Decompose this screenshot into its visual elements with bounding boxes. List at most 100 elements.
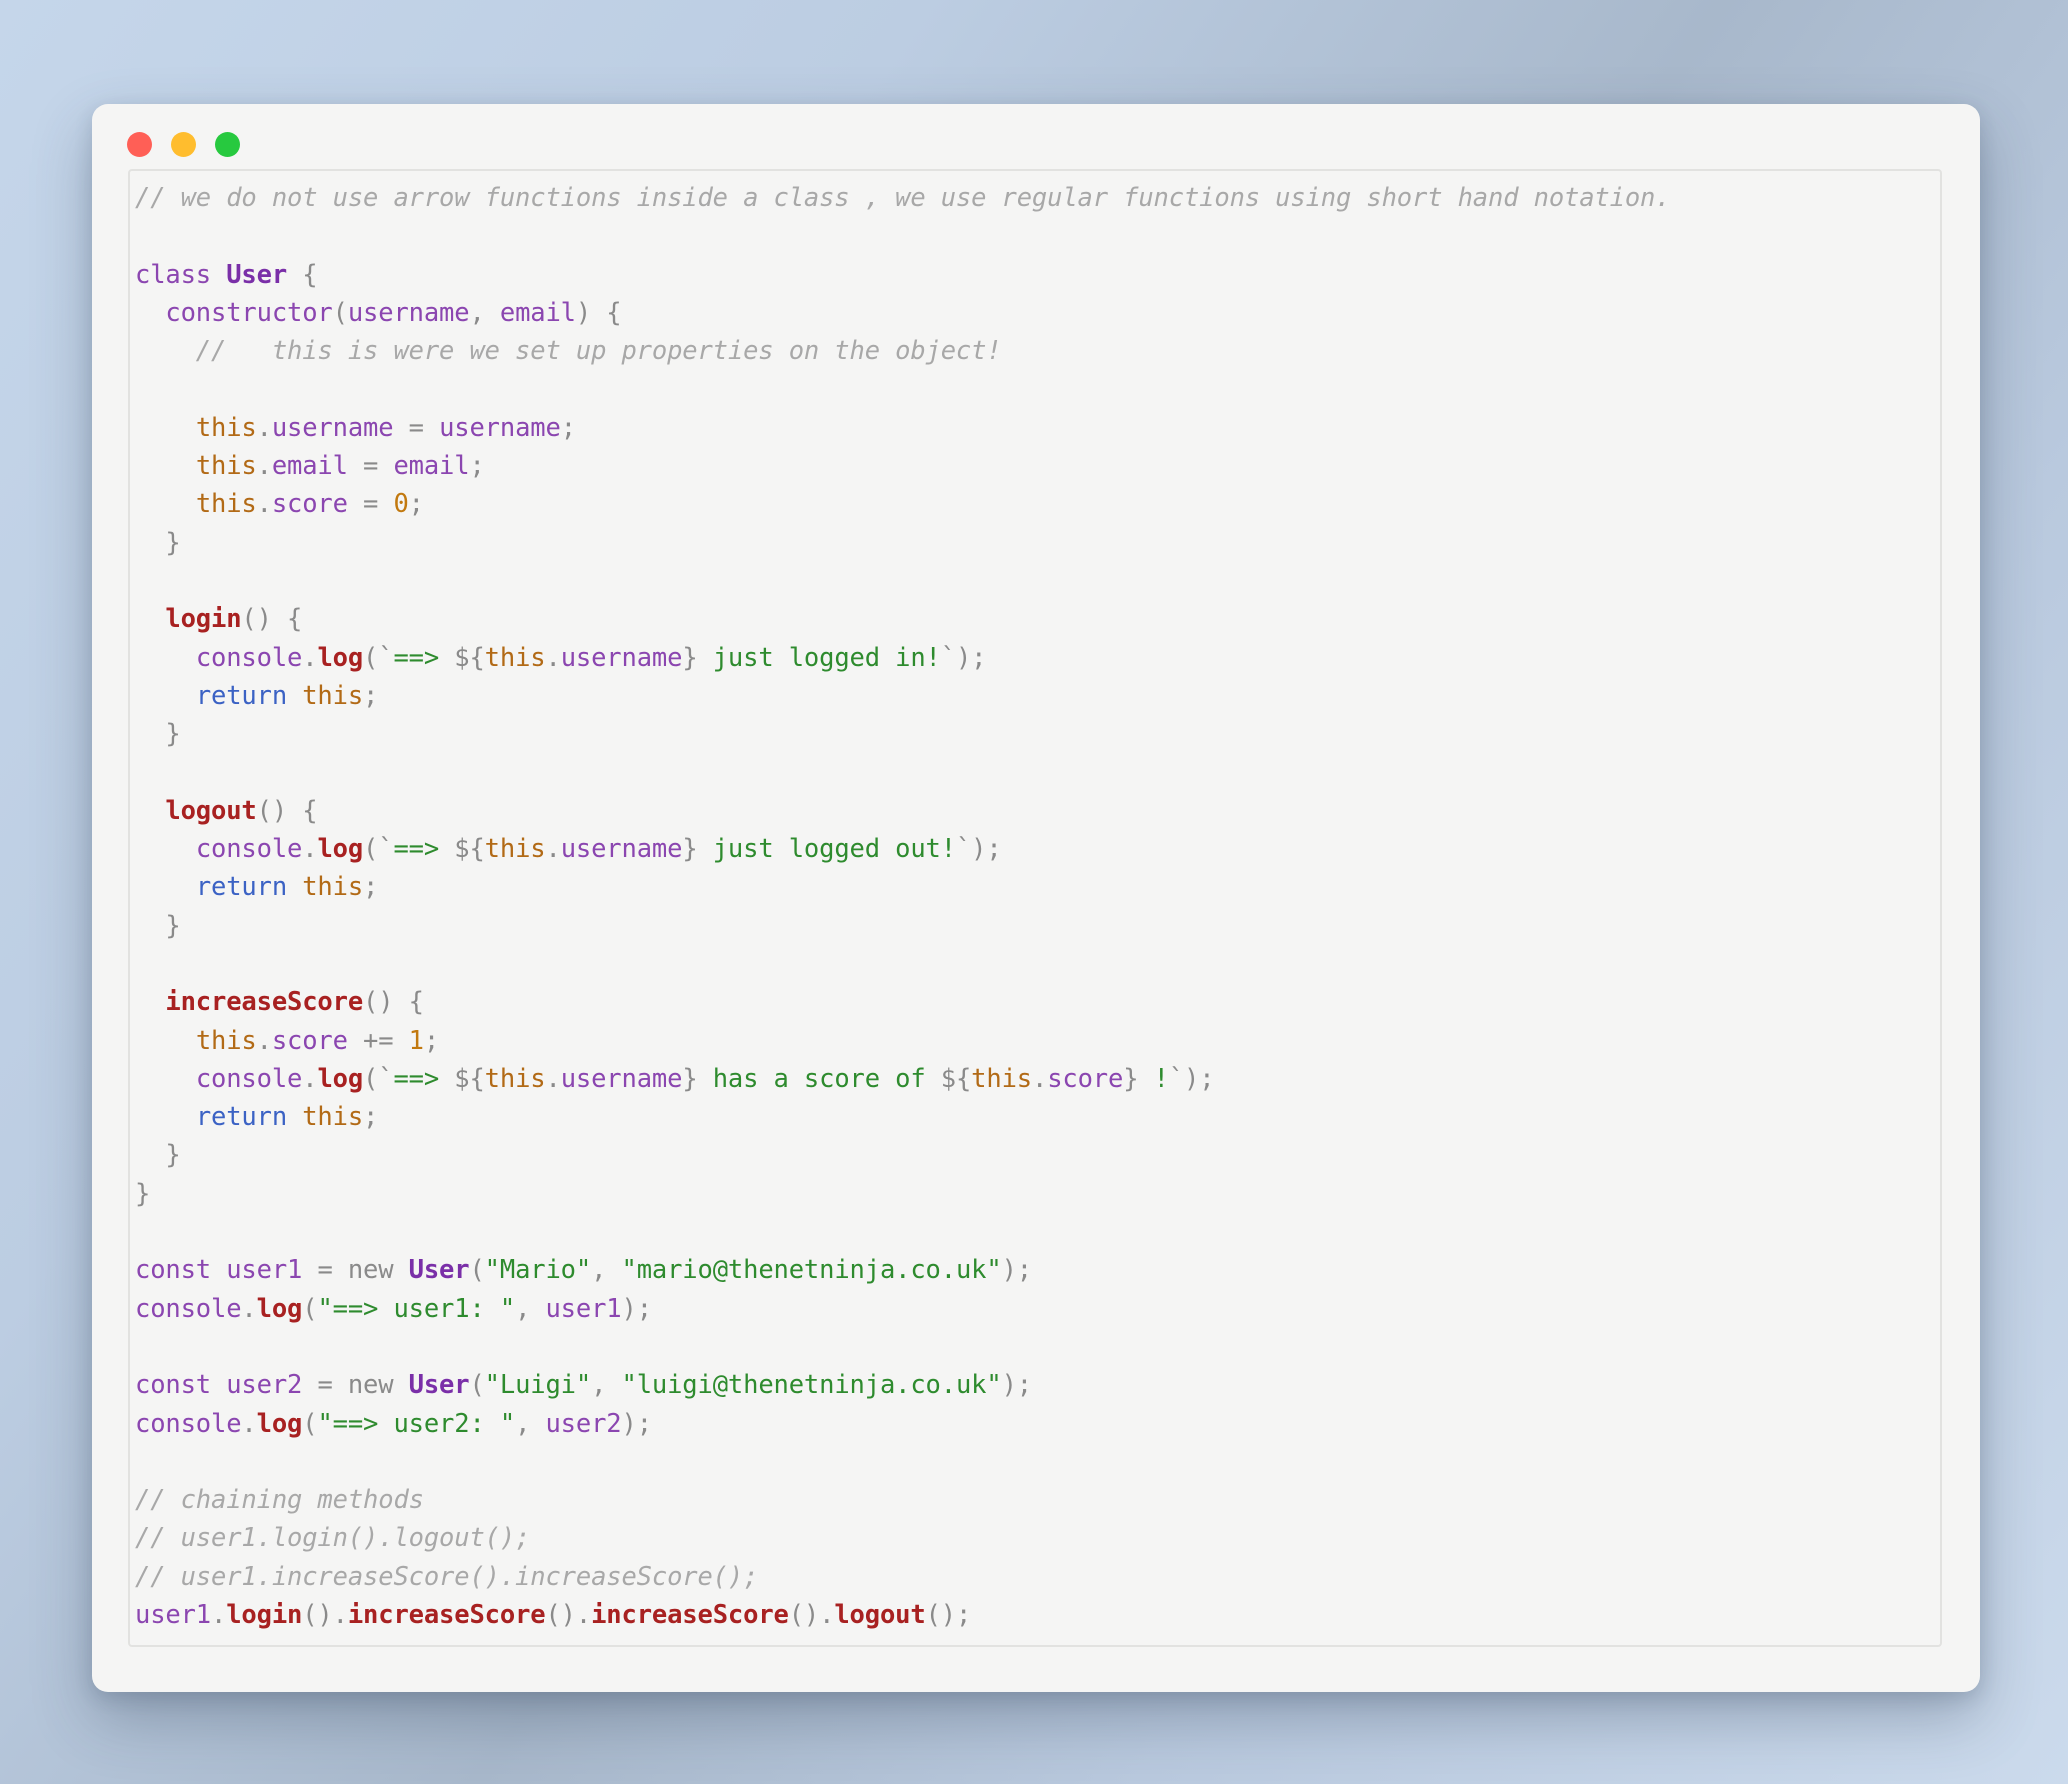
code-token: ` [378,1063,394,1094]
code-token: user2 [545,1408,622,1439]
code-token: = [363,451,379,482]
code-token: email [393,451,470,482]
code-line: class User { [135,260,318,290]
code-line: const user2 = new User("Luigi", "luigi@t… [135,1370,1032,1400]
code-line: } [135,527,181,558]
code-token: } [165,910,181,941]
code-token: ; [955,1599,972,1630]
code-token: () [545,1599,576,1630]
code-token: logout [165,795,257,826]
code-token: login [165,604,242,635]
code-token: ( [469,1255,485,1286]
code-line: console.log(`==> ${this.username} just l… [135,642,987,673]
source-code[interactable]: // we do not use arrow functions inside … [130,179,1940,1634]
code-token: username [439,412,561,443]
code-token: // this is were we set up properties on … [135,336,1002,367]
code-token: ${ [454,834,485,865]
code-token: ( [363,834,379,865]
code-line: // we do not use arrow functions inside … [135,183,1671,213]
code-token: , [515,1293,531,1324]
code-token: ( [363,642,379,673]
code-token: username [347,297,470,328]
code-token: ( [332,297,348,328]
code-token: this [195,412,257,443]
code-token: this [484,1063,546,1094]
code-token: { [287,604,303,635]
code-token: . [256,451,272,482]
code-token: log [317,834,364,865]
code-token: () [302,1599,333,1630]
close-window-button[interactable] [127,132,152,157]
code-editor-panel[interactable]: // we do not use arrow functions inside … [128,169,1942,1647]
code-token: // user1.increaseScore().increaseScore()… [135,1561,759,1592]
code-line: const user1 = new User("Mario", "mario@t… [135,1255,1032,1285]
code-line: login() { [135,604,302,634]
maximize-window-button[interactable] [215,132,240,157]
code-token: . [575,1599,592,1630]
code-token: . [256,412,272,443]
code-token: this [195,451,257,482]
code-token: console [135,1293,242,1324]
code-token: . [332,1599,348,1630]
code-token: log [317,642,364,673]
code-token: score [1047,1063,1124,1094]
code-token: ; [1016,1370,1032,1401]
code-token: ( [302,1293,318,1324]
code-token: = [363,489,379,520]
code-token: . [241,1408,257,1439]
code-line: // chaining methods [135,1485,424,1515]
code-token: const [135,1255,212,1286]
code-token: } [682,834,698,865]
code-line: this.email = email; [135,451,485,481]
code-token: console [135,1408,242,1439]
code-token: ; [986,834,1002,865]
code-token: } [165,527,181,558]
code-token: return [195,1102,288,1133]
code-token: user1 [545,1293,622,1324]
code-token: ` [1168,1063,1185,1094]
code-line: } [135,1179,150,1209]
code-token: ) [1001,1370,1017,1401]
code-token: // we do not use arrow functions inside … [135,183,1671,213]
code-window: // we do not use arrow functions inside … [92,104,1980,1692]
code-token: console [195,834,303,865]
code-token: ${ [454,642,485,673]
code-token: , [591,1255,607,1286]
code-token: // user1.login().logout(); [135,1523,531,1554]
code-token: User [408,1370,470,1401]
code-token: ` [378,642,394,673]
code-token: } [682,642,698,673]
code-token: , [515,1408,531,1439]
code-token: console [195,1063,303,1094]
minimize-window-button[interactable] [171,132,196,157]
code-token: () [363,987,394,1018]
code-token: ; [1199,1063,1215,1094]
code-token: ; [1016,1255,1032,1286]
code-line: constructor(username, email) { [135,297,622,328]
code-token: . [211,1599,227,1630]
code-token: . [302,1063,318,1094]
code-token: { [606,297,622,328]
code-line: console.log("==> user2: ", user2); [135,1409,652,1439]
code-token: ) [1001,1255,1017,1286]
